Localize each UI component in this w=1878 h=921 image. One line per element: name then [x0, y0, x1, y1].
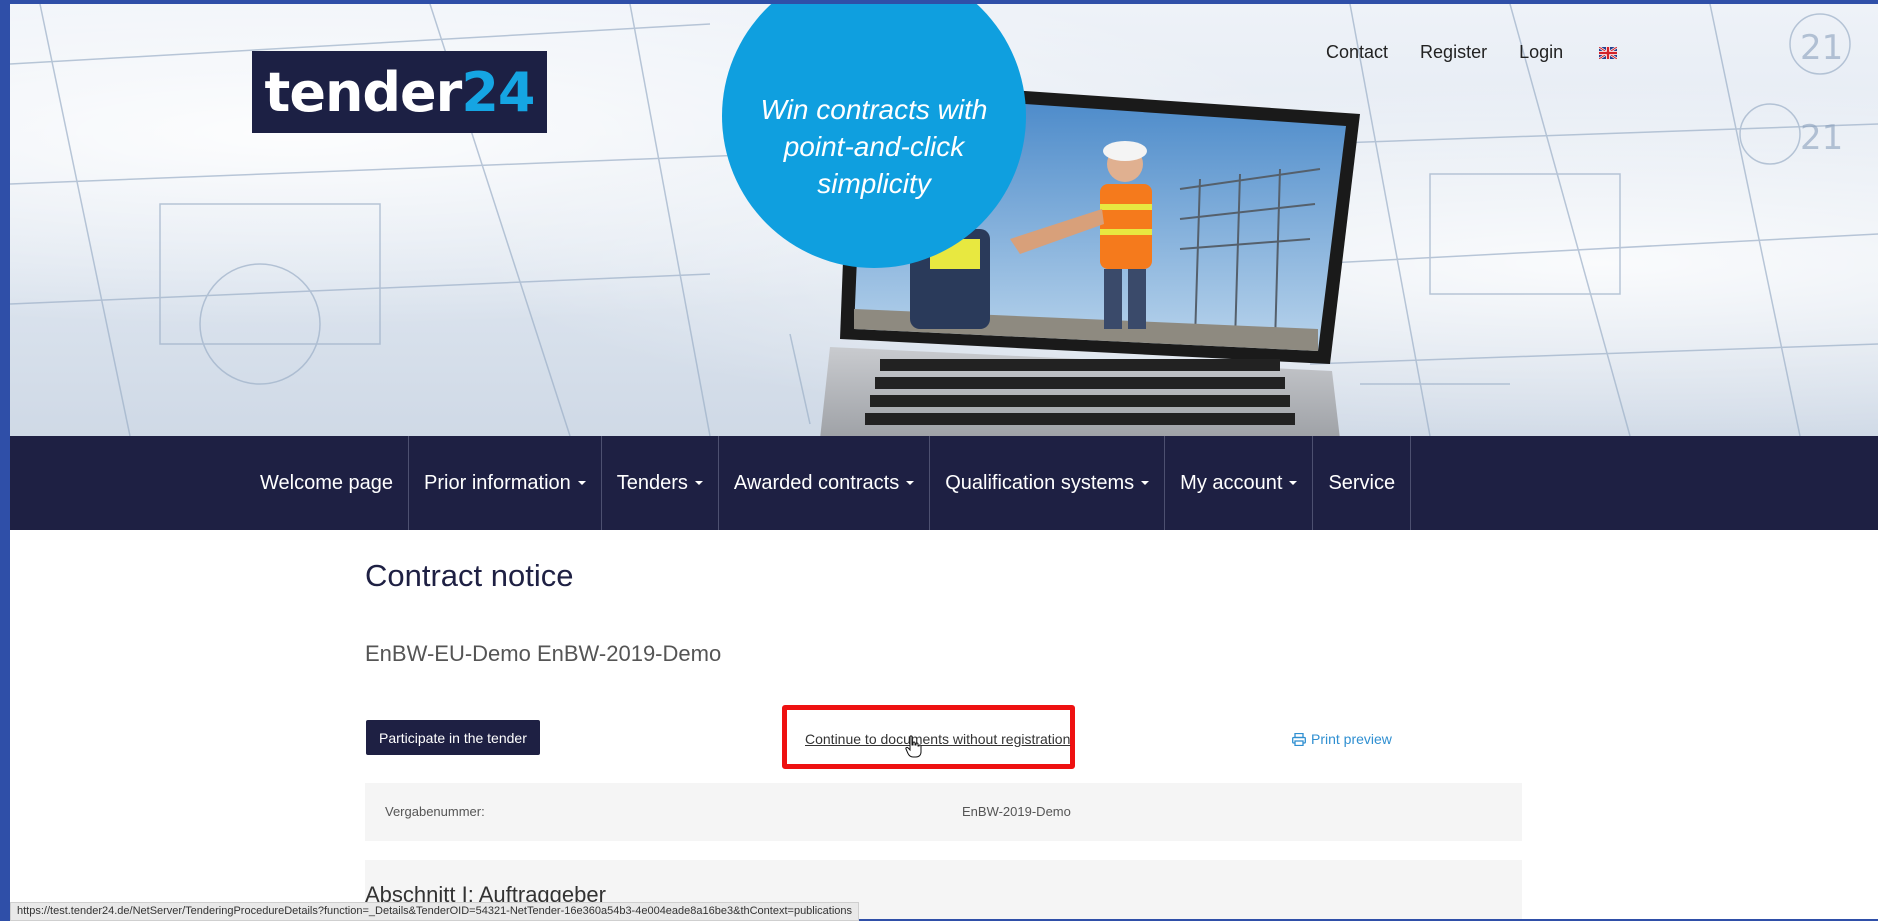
vergabenummer-value: EnBW-2019-Demo — [962, 804, 1071, 819]
register-link[interactable]: Register — [1420, 42, 1487, 63]
hand-cursor-icon — [905, 735, 922, 758]
main-navigation: Welcome page Prior information Tenders A… — [10, 436, 1878, 530]
nav-label: Qualification systems — [945, 471, 1135, 494]
svg-text:21: 21 — [1800, 118, 1843, 158]
uk-flag-icon[interactable] — [1599, 46, 1618, 59]
vergabenummer-label: Vergabenummer: — [385, 804, 485, 819]
nav-label: Tenders — [616, 471, 688, 494]
top-links: Contact Register Login — [1326, 42, 1618, 63]
browser-status-bar: https://test.tender24.de/NetServer/Tende… — [10, 902, 860, 921]
tender-name: EnBW-EU-Demo EnBW-2019-Demo — [365, 641, 722, 666]
logo-text-blue: 24 — [461, 60, 535, 124]
logo-text-white: tender — [264, 60, 463, 124]
nav-tenders[interactable]: Tenders — [602, 436, 719, 530]
page-title: Contract notice — [365, 558, 574, 593]
browser-viewport: 21 21 tender 24 Win contracts with point… — [10, 4, 1878, 919]
svg-text:21: 21 — [1800, 28, 1843, 68]
caret-down-icon — [1141, 481, 1150, 485]
nav-label: Awarded contracts — [733, 471, 900, 494]
caret-down-icon — [694, 481, 703, 485]
info-row: Vergabenummer: EnBW-2019-Demo — [365, 783, 1522, 841]
nav-service[interactable]: Service — [1313, 436, 1412, 530]
caret-down-icon — [577, 481, 586, 485]
printer-icon — [1292, 732, 1306, 746]
nav-my-account[interactable]: My account — [1165, 436, 1314, 530]
nav-qualification-systems[interactable]: Qualification systems — [930, 436, 1166, 530]
login-link[interactable]: Login — [1519, 42, 1563, 63]
nav-label: My account — [1180, 471, 1283, 494]
nav-label: Prior information — [424, 471, 571, 494]
nav-label: Welcome page — [260, 471, 394, 494]
caret-down-icon — [906, 481, 915, 485]
continue-without-registration-link[interactable]: Continue to documents without registrati… — [805, 731, 1070, 747]
nav-welcome-page[interactable]: Welcome page — [244, 436, 410, 530]
main-nav-items: Welcome page Prior information Tenders A… — [244, 436, 1412, 530]
contact-link[interactable]: Contact — [1326, 42, 1388, 63]
participate-button[interactable]: Participate in the tender — [366, 720, 540, 755]
nav-prior-information[interactable]: Prior information — [409, 436, 602, 530]
tender24-logo[interactable]: tender 24 — [252, 51, 547, 133]
nav-label: Service — [1328, 471, 1396, 494]
promo-text: Win contracts with point-and-click simpl… — [760, 93, 988, 199]
print-preview-label: Print preview — [1311, 731, 1392, 747]
hero-banner: 21 21 tender 24 Win contracts with point… — [10, 4, 1878, 436]
nav-awarded-contracts[interactable]: Awarded contracts — [719, 436, 931, 530]
print-preview-link[interactable]: Print preview — [1292, 731, 1392, 747]
caret-down-icon — [1289, 481, 1298, 485]
